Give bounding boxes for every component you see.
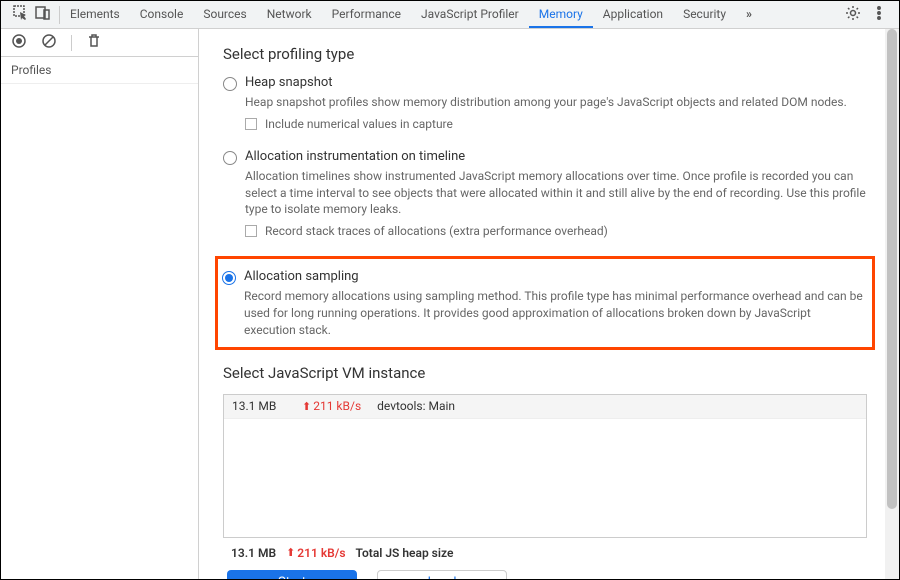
summary-label: Total JS heap size [356,546,454,560]
sidebar-section-profiles[interactable]: Profiles [1,57,198,84]
inspect-element-icon[interactable] [13,5,29,24]
summary-rate-value: 211 kB/s [297,546,345,560]
select-vm-title: Select JavaScript VM instance [223,364,867,382]
kebab-menu-icon[interactable] [871,5,887,24]
allocation-sampling-highlight: Allocation sampling Record memory alloca… [215,256,875,349]
tab-sources[interactable]: Sources [193,1,256,28]
summary-rate: ⬆ 211 kB/s [286,546,345,560]
inspect-icon-group [5,5,59,24]
load-button[interactable]: Load [377,570,507,579]
allocation-sampling-desc: Record memory allocations using sampling… [244,288,864,338]
heap-snapshot-label: Heap snapshot [245,75,867,90]
tab-console[interactable]: Console [130,1,194,28]
tab-js-profiler[interactable]: JavaScript Profiler [411,1,529,28]
checkbox-include-numerical[interactable] [245,118,257,130]
tabs-overflow-icon[interactable]: » [736,1,762,28]
heap-snapshot-desc: Heap snapshot profiles show memory distr… [245,94,867,111]
summary-size: 13.1 MB [231,546,276,560]
option-heap-snapshot[interactable]: Heap snapshot Heap snapshot profiles sho… [223,75,867,143]
settings-gear-icon[interactable] [845,5,861,24]
select-profiling-type-title: Select profiling type [223,45,867,63]
vm-rate-value: 211 kB/s [313,399,361,413]
delete-icon[interactable] [86,33,102,52]
tab-security[interactable]: Security [673,1,736,28]
vm-mem-size: 13.1 MB [232,399,292,413]
tab-performance[interactable]: Performance [322,1,411,28]
option-allocation-sampling[interactable]: Allocation sampling Record memory alloca… [222,269,864,338]
tab-elements[interactable]: Elements [60,1,130,28]
memory-panel-main: Select profiling type Heap snapshot Heap… [199,29,899,579]
tab-memory[interactable]: Memory [529,1,593,28]
device-toolbar-icon[interactable] [35,5,51,24]
checkbox-record-stack-traces[interactable] [245,225,257,237]
radio-heap-snapshot[interactable] [223,77,237,91]
sidebar-toolbar [1,29,198,57]
tab-network[interactable]: Network [257,1,322,28]
rate-up-arrow-icon: ⬆ [302,400,311,413]
vertical-scrollbar[interactable] [885,29,899,579]
allocation-sampling-label: Allocation sampling [244,269,864,284]
scrollbar-thumb[interactable] [887,29,897,509]
profiles-sidebar: Profiles [1,29,199,579]
radio-allocation-sampling[interactable] [222,271,236,285]
clear-icon[interactable] [41,33,57,52]
topbar-right-icons [837,5,895,24]
vm-instance-name: devtools: Main [377,399,455,413]
allocation-timeline-label: Allocation instrumentation on timeline [245,149,867,164]
radio-allocation-timeline[interactable] [223,151,237,165]
allocation-timeline-desc: Allocation timelines show instrumented J… [245,168,867,218]
record-stack-traces-label: Record stack traces of allocations (extr… [265,224,608,238]
heap-summary-row: 13.1 MB ⬆ 211 kB/s Total JS heap size [223,538,867,570]
vm-instance-row[interactable]: 13.1 MB ⬆ 211 kB/s devtools: Main [224,395,866,419]
option-allocation-timeline[interactable]: Allocation instrumentation on timeline A… [223,149,867,250]
devtools-topbar: Elements Console Sources Network Perform… [1,1,899,29]
include-numerical-label: Include numerical values in capture [265,117,453,131]
panel-tabs: Elements Console Sources Network Perform… [60,1,837,28]
tab-application[interactable]: Application [593,1,673,28]
rate-up-arrow-icon: ⬆ [286,546,295,559]
start-button[interactable]: Start [227,570,357,579]
vm-instance-list: 13.1 MB ⬆ 211 kB/s devtools: Main [223,394,867,538]
action-buttons: Start Load [223,570,867,579]
vm-rate: ⬆ 211 kB/s [302,399,361,413]
record-icon[interactable] [11,33,27,52]
